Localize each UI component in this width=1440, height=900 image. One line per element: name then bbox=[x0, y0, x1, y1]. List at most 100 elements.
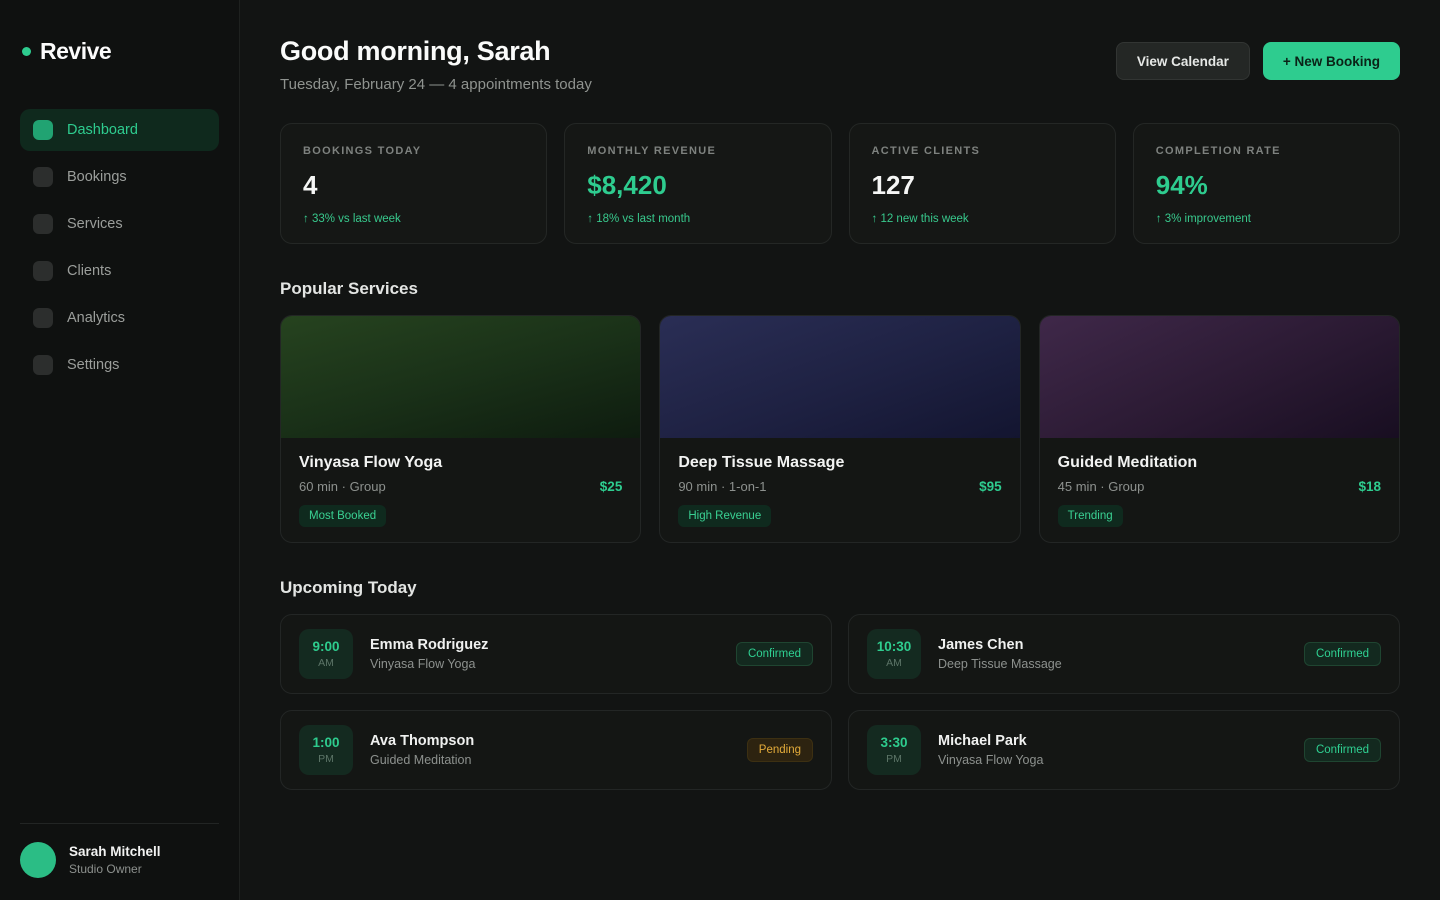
service-meta: 45 min · Group bbox=[1058, 479, 1145, 494]
app-logo: Revive bbox=[22, 38, 219, 65]
stat-label: BOOKINGS TODAY bbox=[303, 145, 524, 157]
appointment-time: 1:00 PM bbox=[299, 725, 353, 775]
sidebar-item-bookings[interactable]: Bookings bbox=[20, 156, 219, 198]
service-title: Deep Tissue Massage bbox=[678, 454, 1001, 472]
settings-icon bbox=[33, 355, 53, 375]
upcoming-today-title: Upcoming Today bbox=[280, 578, 1400, 598]
appointment-row-ava-thompson[interactable]: 1:00 PM Ava Thompson Guided Meditation P… bbox=[280, 710, 832, 790]
sidebar-item-analytics[interactable]: Analytics bbox=[20, 297, 219, 339]
analytics-icon bbox=[33, 308, 53, 328]
status-badge: Pending bbox=[747, 738, 813, 762]
user-name: Sarah Mitchell bbox=[69, 844, 161, 859]
sidebar-item-services[interactable]: Services bbox=[20, 203, 219, 245]
appointment-row-emma-rodriguez[interactable]: 9:00 AM Emma Rodriguez Vinyasa Flow Yoga… bbox=[280, 614, 832, 694]
sidebar: Revive Dashboard Bookings Services Clien… bbox=[0, 0, 240, 900]
appointment-service: Deep Tissue Massage bbox=[938, 657, 1287, 671]
appointment-service: Vinyasa Flow Yoga bbox=[370, 657, 719, 671]
status-badge: Confirmed bbox=[1304, 738, 1381, 762]
stat-card-bookings-today: BOOKINGS TODAY 4 ↑ 33% vs last week bbox=[280, 123, 547, 244]
time-meridiem: AM bbox=[318, 657, 334, 669]
service-price: $95 bbox=[979, 479, 1002, 494]
user-profile[interactable]: Sarah Mitchell Studio Owner bbox=[20, 823, 219, 878]
new-booking-button[interactable]: + New Booking bbox=[1263, 42, 1400, 80]
page-header: Good morning, Sarah Tuesday, February 24… bbox=[280, 36, 1400, 93]
time-value: 10:30 bbox=[877, 639, 912, 654]
sidebar-item-label: Clients bbox=[67, 263, 111, 279]
stat-value: $8,420 bbox=[587, 170, 808, 201]
time-meridiem: AM bbox=[886, 657, 902, 669]
logo-dot-icon bbox=[22, 47, 31, 56]
page-title: Good morning, Sarah bbox=[280, 36, 592, 67]
service-image bbox=[1040, 316, 1399, 438]
appointments-grid: 9:00 AM Emma Rodriguez Vinyasa Flow Yoga… bbox=[280, 614, 1400, 790]
time-meridiem: PM bbox=[318, 753, 334, 765]
stat-delta: ↑ 33% vs last week bbox=[303, 213, 524, 225]
appointment-row-michael-park[interactable]: 3:30 PM Michael Park Vinyasa Flow Yoga C… bbox=[848, 710, 1400, 790]
main-content: Good morning, Sarah Tuesday, February 24… bbox=[240, 0, 1440, 790]
avatar bbox=[20, 842, 56, 878]
client-name: James Chen bbox=[938, 637, 1287, 653]
sidebar-nav: Dashboard Bookings Services Clients Anal… bbox=[20, 109, 219, 386]
service-image bbox=[281, 316, 640, 438]
stat-card-completion-rate: COMPLETION RATE 94% ↑ 3% improvement bbox=[1133, 123, 1400, 244]
status-badge: Confirmed bbox=[1304, 642, 1381, 666]
header-actions: View Calendar + New Booking bbox=[1116, 42, 1400, 80]
sidebar-item-dashboard[interactable]: Dashboard bbox=[20, 109, 219, 151]
service-image bbox=[660, 316, 1019, 438]
service-badge: Most Booked bbox=[299, 505, 386, 527]
services-grid: Vinyasa Flow Yoga 60 min · Group $25 Mos… bbox=[280, 315, 1400, 543]
service-card-guided-meditation[interactable]: Guided Meditation 45 min · Group $18 Tre… bbox=[1039, 315, 1400, 543]
services-icon bbox=[33, 214, 53, 234]
client-name: Ava Thompson bbox=[370, 733, 730, 749]
service-card-vinyasa-flow-yoga[interactable]: Vinyasa Flow Yoga 60 min · Group $25 Mos… bbox=[280, 315, 641, 543]
service-card-deep-tissue-massage[interactable]: Deep Tissue Massage 90 min · 1-on-1 $95 … bbox=[659, 315, 1020, 543]
sidebar-item-label: Settings bbox=[67, 357, 119, 373]
appointment-time: 10:30 AM bbox=[867, 629, 921, 679]
service-price: $18 bbox=[1358, 479, 1381, 494]
time-value: 1:00 bbox=[312, 735, 339, 750]
time-value: 9:00 bbox=[312, 639, 339, 654]
stat-card-monthly-revenue: MONTHLY REVENUE $8,420 ↑ 18% vs last mon… bbox=[564, 123, 831, 244]
stat-label: MONTHLY REVENUE bbox=[587, 145, 808, 157]
sidebar-item-label: Bookings bbox=[67, 169, 127, 185]
service-title: Guided Meditation bbox=[1058, 454, 1381, 472]
service-badge: Trending bbox=[1058, 505, 1123, 527]
service-title: Vinyasa Flow Yoga bbox=[299, 454, 622, 472]
time-meridiem: PM bbox=[886, 753, 902, 765]
stat-delta: ↑ 12 new this week bbox=[872, 213, 1093, 225]
appointment-time: 3:30 PM bbox=[867, 725, 921, 775]
stat-label: COMPLETION RATE bbox=[1156, 145, 1377, 157]
sidebar-item-label: Dashboard bbox=[67, 122, 138, 138]
sidebar-item-label: Services bbox=[67, 216, 123, 232]
time-value: 3:30 bbox=[880, 735, 907, 750]
clients-icon bbox=[33, 261, 53, 281]
service-price: $25 bbox=[600, 479, 623, 494]
view-calendar-button[interactable]: View Calendar bbox=[1116, 42, 1250, 80]
stat-label: ACTIVE CLIENTS bbox=[872, 145, 1093, 157]
appointment-service: Guided Meditation bbox=[370, 753, 730, 767]
logo-text: Revive bbox=[40, 38, 111, 65]
appointment-time: 9:00 AM bbox=[299, 629, 353, 679]
user-role: Studio Owner bbox=[69, 862, 161, 876]
dashboard-icon bbox=[33, 120, 53, 140]
stat-delta: ↑ 3% improvement bbox=[1156, 213, 1377, 225]
stats-row: BOOKINGS TODAY 4 ↑ 33% vs last week MONT… bbox=[280, 123, 1400, 244]
appointment-service: Vinyasa Flow Yoga bbox=[938, 753, 1287, 767]
status-badge: Confirmed bbox=[736, 642, 813, 666]
service-meta: 90 min · 1-on-1 bbox=[678, 479, 766, 494]
bookings-icon bbox=[33, 167, 53, 187]
service-badge: High Revenue bbox=[678, 505, 771, 527]
stat-value: 94% bbox=[1156, 170, 1377, 201]
sidebar-item-label: Analytics bbox=[67, 310, 125, 326]
client-name: Michael Park bbox=[938, 733, 1287, 749]
popular-services-title: Popular Services bbox=[280, 279, 1400, 299]
sidebar-item-clients[interactable]: Clients bbox=[20, 250, 219, 292]
stat-value: 127 bbox=[872, 170, 1093, 201]
service-meta: 60 min · Group bbox=[299, 479, 386, 494]
appointment-row-james-chen[interactable]: 10:30 AM James Chen Deep Tissue Massage … bbox=[848, 614, 1400, 694]
page-subtitle: Tuesday, February 24 — 4 appointments to… bbox=[280, 76, 592, 93]
client-name: Emma Rodriguez bbox=[370, 637, 719, 653]
sidebar-item-settings[interactable]: Settings bbox=[20, 344, 219, 386]
stat-delta: ↑ 18% vs last month bbox=[587, 213, 808, 225]
stat-card-active-clients: ACTIVE CLIENTS 127 ↑ 12 new this week bbox=[849, 123, 1116, 244]
